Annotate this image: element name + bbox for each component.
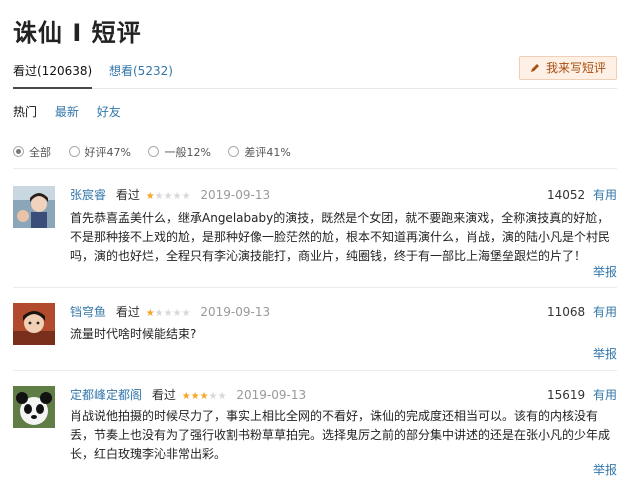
star-icon: ★ xyxy=(208,391,218,402)
write-review-button[interactable]: 我来写短评 xyxy=(518,56,617,80)
sort-hot: 热门 xyxy=(13,105,38,119)
star-icon: ★ xyxy=(172,191,182,202)
star-icon: ★ xyxy=(190,391,200,402)
reviewer-name[interactable]: 定都峰定都阁 xyxy=(70,388,142,402)
avatar[interactable] xyxy=(13,186,55,228)
filter-all[interactable]: 全部 xyxy=(13,144,51,160)
review-date: 2019-09-13 xyxy=(200,305,271,319)
star-icon: ★ xyxy=(217,391,227,402)
star-icon: ★ xyxy=(172,308,182,319)
sort-options: 热门 最新 好友 xyxy=(13,103,135,120)
vote-count: 15619 xyxy=(546,388,586,402)
star-icon: ★ xyxy=(145,191,155,202)
reviewer-name[interactable]: 铛穹鱼 xyxy=(70,305,106,319)
reviewer-name[interactable]: 张宸睿 xyxy=(70,188,106,202)
review-date: 2019-09-13 xyxy=(236,388,307,402)
star-icon: ★ xyxy=(181,308,191,319)
divider xyxy=(13,168,617,169)
filter-label: 一般12% xyxy=(164,146,211,159)
vote-area: 14052 有用 xyxy=(547,186,617,203)
useful-button[interactable]: 有用 xyxy=(593,305,617,319)
vote-area: 15619 有用 xyxy=(547,386,617,403)
review-item: 定都峰定都阁 看过 ★★★★★ 2019-09-13 15619 有用 肖战说他… xyxy=(13,386,617,478)
review-date: 2019-09-13 xyxy=(200,188,271,202)
radio-icon[interactable] xyxy=(228,146,240,157)
review-item: 张宸睿 看过 ★★★★★ 2019-09-13 14052 有用 首先恭喜孟美什… xyxy=(13,186,617,286)
rating-filter: 全部 好评47% 一般12% 差评41% xyxy=(13,144,305,160)
page-title: 诛仙 I 短评 xyxy=(13,19,142,47)
filter-negative[interactable]: 差评41% xyxy=(228,144,291,160)
vote-count: 11068 xyxy=(546,305,586,319)
active-tab-indicator xyxy=(13,87,92,89)
sort-friends[interactable]: 好友 xyxy=(97,105,121,119)
review-item: 铛穹鱼 看过 ★★★★★ 2019-09-13 11068 有用 流量时代啥时候… xyxy=(13,303,617,365)
star-rating: ★★★★★ xyxy=(182,388,227,402)
star-icon: ★ xyxy=(154,308,164,319)
star-rating: ★★★★★ xyxy=(146,188,191,202)
tab-bar: 看过(120638) 想看(5232) 我来写短评 xyxy=(13,56,617,89)
filter-label: 差评41% xyxy=(244,146,291,159)
review-text: 首先恭喜孟美什么，继承Angelababy的演技，既然是个女团，就不要跑来演戏，… xyxy=(70,211,611,263)
review-text: 流量时代啥时候能结束? xyxy=(70,327,197,341)
tab-watched[interactable]: 看过(120638) xyxy=(13,62,92,79)
radio-icon[interactable] xyxy=(148,146,160,157)
review-meta: 铛穹鱼 看过 ★★★★★ 2019-09-13 xyxy=(70,303,271,319)
report-link[interactable]: 举报 xyxy=(593,263,617,280)
star-rating: ★★★★★ xyxy=(146,305,191,319)
avatar[interactable] xyxy=(13,303,55,345)
star-icon: ★ xyxy=(163,191,173,202)
pencil-icon xyxy=(530,64,539,72)
tab-want[interactable]: 想看(5232) xyxy=(109,62,173,79)
divider xyxy=(13,287,617,288)
watch-status: 看过 xyxy=(115,305,140,319)
star-icon: ★ xyxy=(163,308,173,319)
avatar[interactable] xyxy=(13,386,55,428)
star-icon: ★ xyxy=(199,391,209,402)
star-icon: ★ xyxy=(154,191,164,202)
watch-status: 看过 xyxy=(151,388,176,402)
vote-area: 11068 有用 xyxy=(547,303,617,320)
filter-positive[interactable]: 好评47% xyxy=(68,144,131,160)
report-link[interactable]: 举报 xyxy=(593,461,617,478)
vote-count: 14052 xyxy=(546,188,586,202)
review-text: 肖战说他拍摄的时候尽力了，事实上相比全网的不看好，诛仙的完成度还相当可以。该有的… xyxy=(70,409,611,461)
radio-icon[interactable] xyxy=(68,146,80,157)
write-review-label: 我来写短评 xyxy=(545,61,606,75)
star-icon: ★ xyxy=(145,308,155,319)
divider xyxy=(13,370,617,371)
filter-label: 好评47% xyxy=(84,146,131,159)
review-meta: 定都峰定都阁 看过 ★★★★★ 2019-09-13 xyxy=(70,386,307,402)
review-meta: 张宸睿 看过 ★★★★★ 2019-09-13 xyxy=(70,186,271,202)
useful-button[interactable]: 有用 xyxy=(593,388,617,402)
star-icon: ★ xyxy=(181,191,191,202)
useful-button[interactable]: 有用 xyxy=(593,188,617,202)
filter-neutral[interactable]: 一般12% xyxy=(148,144,211,160)
filter-label: 全部 xyxy=(29,146,51,159)
watch-status: 看过 xyxy=(115,188,140,202)
sort-latest[interactable]: 最新 xyxy=(55,105,79,119)
radio-icon[interactable] xyxy=(13,146,24,157)
star-icon: ★ xyxy=(181,391,191,402)
report-link[interactable]: 举报 xyxy=(593,345,617,362)
